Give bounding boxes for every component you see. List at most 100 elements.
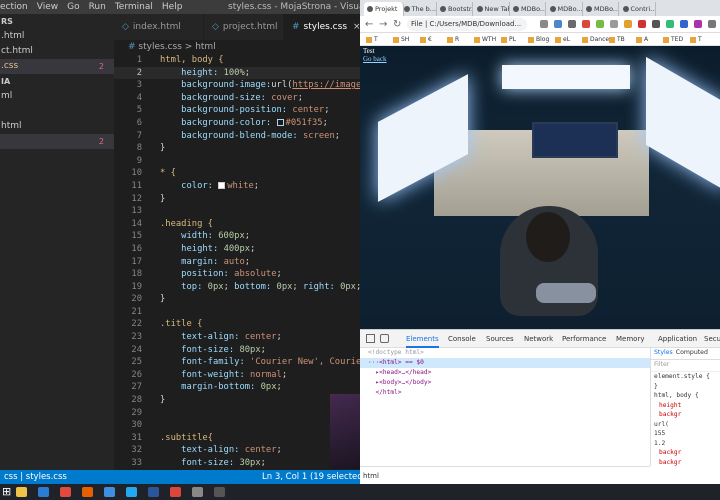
devtools-tab[interactable]: Memory	[616, 330, 644, 348]
code-line[interactable]: 24 font-size: 80px;	[114, 344, 360, 357]
code-line[interactable]: 16 height: 400px;	[114, 243, 360, 256]
bookmark-item[interactable]: SH	[393, 33, 409, 45]
code-line[interactable]: 10 * {	[114, 167, 360, 180]
code-line[interactable]: 19 top: 0px; bottom: 0px; right: 0px;	[114, 281, 360, 294]
devtools-tab[interactable]: Console	[448, 330, 476, 348]
file-explorer-icon[interactable]	[16, 487, 27, 497]
bookmark-item[interactable]: eL	[555, 33, 570, 45]
extension-icon[interactable]	[624, 20, 632, 28]
forward-icon[interactable]: →	[379, 17, 387, 32]
browser-tab[interactable]: New Tab	[474, 2, 510, 16]
breadcrumb-file[interactable]: styles.css	[138, 42, 181, 52]
style-rule-line[interactable]: html, body {	[651, 391, 720, 401]
chrome-icon[interactable]	[60, 487, 71, 497]
code-line[interactable]: 4 background-size: cover;	[114, 92, 360, 105]
store-icon[interactable]	[104, 487, 115, 497]
code-line[interactable]: 29	[114, 407, 360, 420]
devtools-breadcrumb[interactable]: html	[360, 466, 650, 484]
editor-tab[interactable]: ◇ index.html	[114, 14, 204, 40]
reload-icon[interactable]: ↻	[393, 17, 401, 32]
browser-tab[interactable]: Bootstr...	[437, 2, 473, 16]
firefox-icon[interactable]	[82, 487, 93, 497]
dom-node[interactable]: ▸<body>…</body>	[360, 378, 650, 388]
styles-filter-input[interactable]: Filter	[651, 360, 720, 372]
code-line[interactable]: 23 text-align: center;	[114, 331, 360, 344]
code-line[interactable]: 28}	[114, 394, 360, 407]
code-editor[interactable]: 1 html, body {2 height: 100%; 3 background…	[114, 54, 360, 470]
sidebar-item[interactable]: ct.html	[0, 44, 114, 59]
code-line[interactable]: 5 background-position: center;	[114, 104, 360, 117]
code-line[interactable]: 8}	[114, 142, 360, 155]
extension-icon[interactable]	[666, 20, 674, 28]
code-line[interactable]: 1 html, body {	[114, 54, 360, 67]
editor-tab[interactable]: ◇ project.html	[204, 14, 284, 40]
sidebar-item[interactable]: 2	[0, 134, 114, 149]
vscode-icon[interactable]	[126, 487, 137, 497]
extension-icon[interactable]	[680, 20, 688, 28]
back-icon[interactable]: ←	[365, 17, 373, 32]
color-swatch-icon[interactable]	[218, 181, 226, 189]
obs-icon[interactable]	[214, 487, 225, 497]
extension-icon[interactable]	[596, 20, 604, 28]
code-line[interactable]: 15 width: 600px;	[114, 230, 360, 243]
browser-tab[interactable]: MDBo...	[510, 2, 546, 16]
sidebar-item[interactable]	[0, 104, 114, 119]
chrome-alt-icon[interactable]	[170, 487, 181, 497]
style-rule-line[interactable]: backgr	[651, 448, 720, 458]
bookmark-item[interactable]: A	[636, 33, 648, 45]
cursor-position[interactable]: Ln 3, Col 1 (19 selected)	[262, 470, 360, 484]
style-rule-line[interactable]: url(	[651, 420, 720, 430]
code-line[interactable]: 21	[114, 306, 360, 319]
style-rule-line[interactable]: backgr	[651, 458, 720, 467]
devtools-tab[interactable]: Application	[658, 330, 697, 348]
color-swatch-icon[interactable]	[276, 118, 284, 126]
close-icon[interactable]: ×	[353, 22, 360, 32]
menu-item[interactable]: Help	[162, 0, 183, 14]
star-icon[interactable]	[540, 20, 548, 28]
styles-subtab[interactable]: Computed	[676, 349, 708, 356]
code-line[interactable]: 12}	[114, 193, 360, 206]
code-line[interactable]: 3 background-image:url(https://images	[114, 79, 360, 92]
menu-item[interactable]: Run	[89, 0, 106, 14]
word-icon[interactable]	[148, 487, 159, 497]
browser-tab[interactable]: Projekt	[364, 2, 404, 16]
code-line[interactable]: 2 height: 100%;	[114, 66, 360, 80]
code-line[interactable]: 7 background-blend-mode: screen;	[114, 130, 360, 143]
style-rule-line[interactable]: backgr	[651, 410, 720, 420]
styles-subtab[interactable]: Styles	[654, 349, 673, 356]
devtools-tab[interactable]: Sources	[486, 330, 514, 348]
menu-item[interactable]: Terminal	[115, 0, 153, 14]
extension-icon[interactable]	[554, 20, 562, 28]
sidebar-item[interactable]: .html	[0, 29, 114, 44]
inspect-icon[interactable]	[366, 334, 375, 343]
go-back-link[interactable]: Go back	[363, 55, 387, 63]
browser-tab[interactable]: MDBo...	[583, 2, 619, 16]
browser-tab[interactable]: MDBo...	[547, 2, 583, 16]
code-line[interactable]: 6 background-color: #051f35;	[114, 117, 360, 130]
extension-icon[interactable]	[582, 20, 590, 28]
menu-item[interactable]: ection	[0, 0, 28, 14]
devtools-tab[interactable]: Security	[704, 330, 720, 348]
dom-node[interactable]: <!doctype html>	[360, 348, 650, 358]
code-line[interactable]: 14 .heading {	[114, 218, 360, 231]
sidebar-item[interactable]: .css 2	[0, 59, 114, 74]
style-rule-line[interactable]: }	[651, 382, 720, 392]
device-toggle-icon[interactable]	[380, 334, 389, 343]
browser-tab[interactable]: Contri...	[620, 2, 656, 16]
status-left[interactable]: css | styles.css	[4, 470, 67, 484]
extension-icon[interactable]	[652, 20, 660, 28]
elements-tree[interactable]: <!doctype html> ···<html> == $0 ▸<head>…<…	[360, 348, 650, 466]
devtools-tab[interactable]: Network	[524, 330, 553, 348]
code-line[interactable]: 11 color: white;	[114, 180, 360, 193]
profile-icon[interactable]	[708, 20, 716, 28]
extension-icon[interactable]	[610, 20, 618, 28]
code-line[interactable]: 22 .title {	[114, 318, 360, 331]
code-line[interactable]: 32 text-align: center;	[114, 444, 360, 457]
bookmark-item[interactable]: WTH	[474, 33, 496, 45]
code-line[interactable]: 31 .subtitle{	[114, 432, 360, 445]
style-rule-line[interactable]: 155	[651, 429, 720, 439]
code-line[interactable]: 30	[114, 419, 360, 432]
bookmark-item[interactable]: PL	[501, 33, 516, 45]
sidebar-item[interactable]: IA	[0, 74, 114, 89]
code-line[interactable]: 25 font-family: 'Courier New', Courier	[114, 356, 360, 369]
